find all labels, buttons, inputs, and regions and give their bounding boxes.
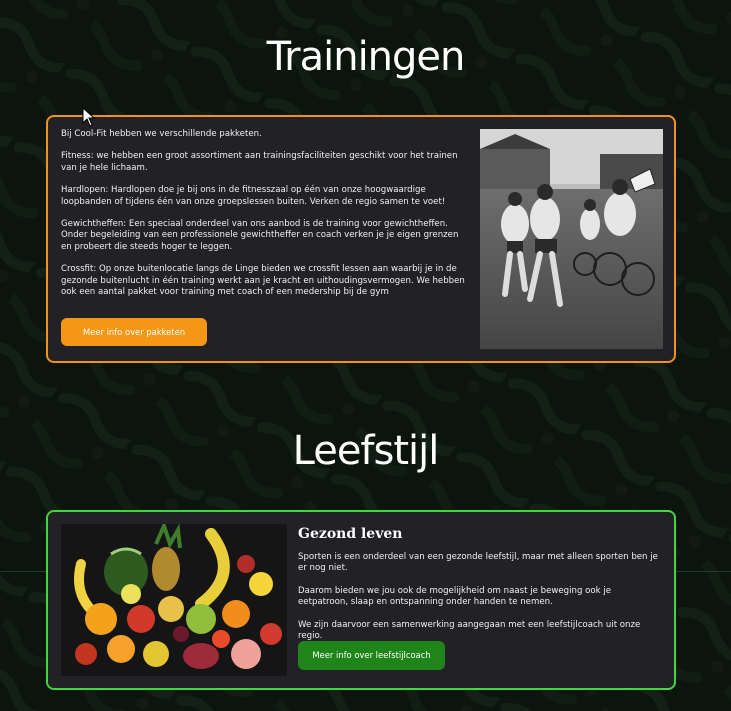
leefstijl-paragraph: Sporten is een onderdeel van een gezonde… bbox=[298, 552, 658, 574]
leefstijl-paragraph: Daarom bieden we jou ook de mogelijkheid… bbox=[298, 585, 612, 608]
leefstijl-card: Gezond leven Sporten is een onderdeel va… bbox=[46, 510, 676, 690]
trainingen-paragraph: Hardlopen: Hardlopen doe je bij ons in d… bbox=[61, 185, 446, 207]
section-title-trainingen: Trainingen bbox=[266, 34, 466, 80]
trainingen-paragraph: Bij Cool-Fit hebben we verschillende pak… bbox=[61, 129, 262, 139]
trainingen-paragraph: Crossfit: Op onze buitenlocatie langs de… bbox=[61, 264, 465, 298]
leefstijl-text: Sporten is een onderdeel van een gezonde… bbox=[298, 552, 658, 653]
fruit-photo bbox=[61, 524, 287, 676]
trainingen-text: Bij Cool-Fit hebben we verschillende pak… bbox=[61, 129, 469, 309]
leefstijlcoach-info-button[interactable]: Meer info over leefstijlcoach bbox=[298, 641, 445, 670]
mouse-cursor-icon bbox=[82, 107, 96, 127]
trainingen-paragraph: Gewichtheffen: Een speciaal onderdeel va… bbox=[61, 219, 459, 252]
section-title-leefstijl: Leefstijl bbox=[292, 428, 440, 474]
trainingen-paragraph: Fitness: we hebben een groot assortiment… bbox=[61, 151, 458, 173]
leefstijl-paragraph: We zijn daarvoor een samenwerking aangeg… bbox=[298, 619, 641, 642]
pakketten-info-button[interactable]: Meer info over pakketen bbox=[61, 318, 207, 346]
trainingen-card: Bij Cool-Fit hebben we verschillende pak… bbox=[46, 115, 676, 363]
leefstijl-heading: Gezond leven bbox=[298, 526, 403, 542]
runners-photo bbox=[480, 129, 663, 349]
